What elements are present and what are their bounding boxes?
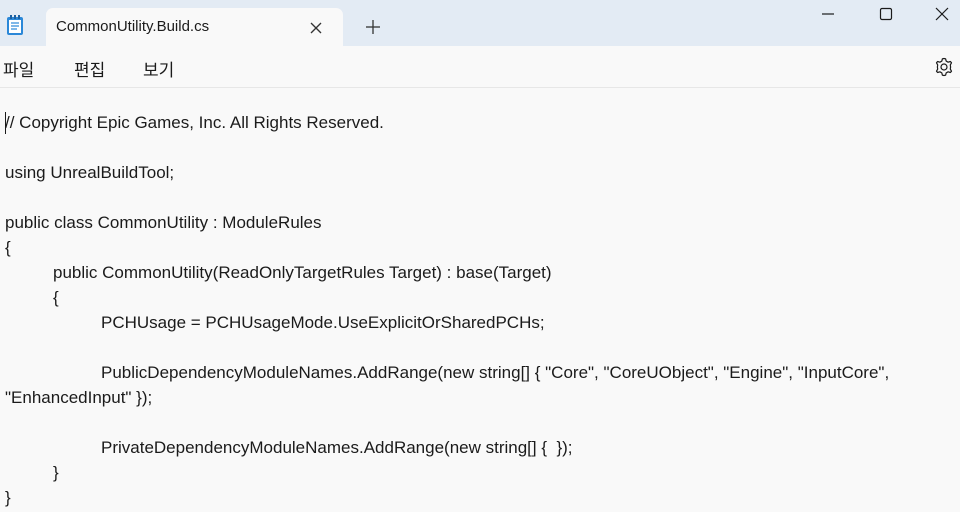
code-line: {: [53, 288, 59, 307]
notepad-icon: [7, 15, 23, 35]
tab-file[interactable]: CommonUtility.Build.cs: [46, 8, 343, 46]
code-line: PCHUsage = PCHUsageMode.UseExplicitOrSha…: [101, 313, 545, 332]
code-line: }: [5, 488, 11, 507]
tab-title: CommonUtility.Build.cs: [56, 18, 210, 35]
close-icon[interactable]: [308, 20, 324, 36]
maximize-button[interactable]: [857, 0, 915, 30]
minimize-icon: [822, 13, 834, 15]
code-line: }: [53, 463, 59, 482]
code-line: public class CommonUtility : ModuleRules: [5, 213, 322, 232]
code-line: using UnrealBuildTool;: [5, 163, 175, 182]
title-bar: CommonUtility.Build.cs: [0, 0, 960, 46]
menu-edit[interactable]: 편집: [74, 56, 105, 81]
menu-bar: 파일 편집 보기: [0, 46, 960, 88]
gear-icon[interactable]: [932, 55, 956, 79]
plus-icon[interactable]: [364, 18, 382, 36]
code-line: PublicDependencyModuleNames.AddRange(new…: [101, 363, 890, 382]
code-line: {: [5, 238, 11, 257]
code-line: PrivateDependencyModuleNames.AddRange(ne…: [101, 438, 573, 457]
code-line: "EnhancedInput" });: [5, 388, 153, 407]
maximize-icon: [879, 7, 893, 21]
menu-file[interactable]: 파일: [3, 56, 34, 81]
close-icon: [935, 7, 949, 21]
menu-view[interactable]: 보기: [143, 56, 174, 81]
close-window-button[interactable]: [915, 0, 960, 30]
minimize-button[interactable]: [799, 0, 857, 30]
code-line: public CommonUtility(ReadOnlyTargetRules…: [53, 263, 552, 282]
text-editor[interactable]: // Copyright Epic Games, Inc. All Rights…: [0, 88, 960, 512]
code-line: // Copyright Epic Games, Inc. All Rights…: [5, 113, 384, 132]
